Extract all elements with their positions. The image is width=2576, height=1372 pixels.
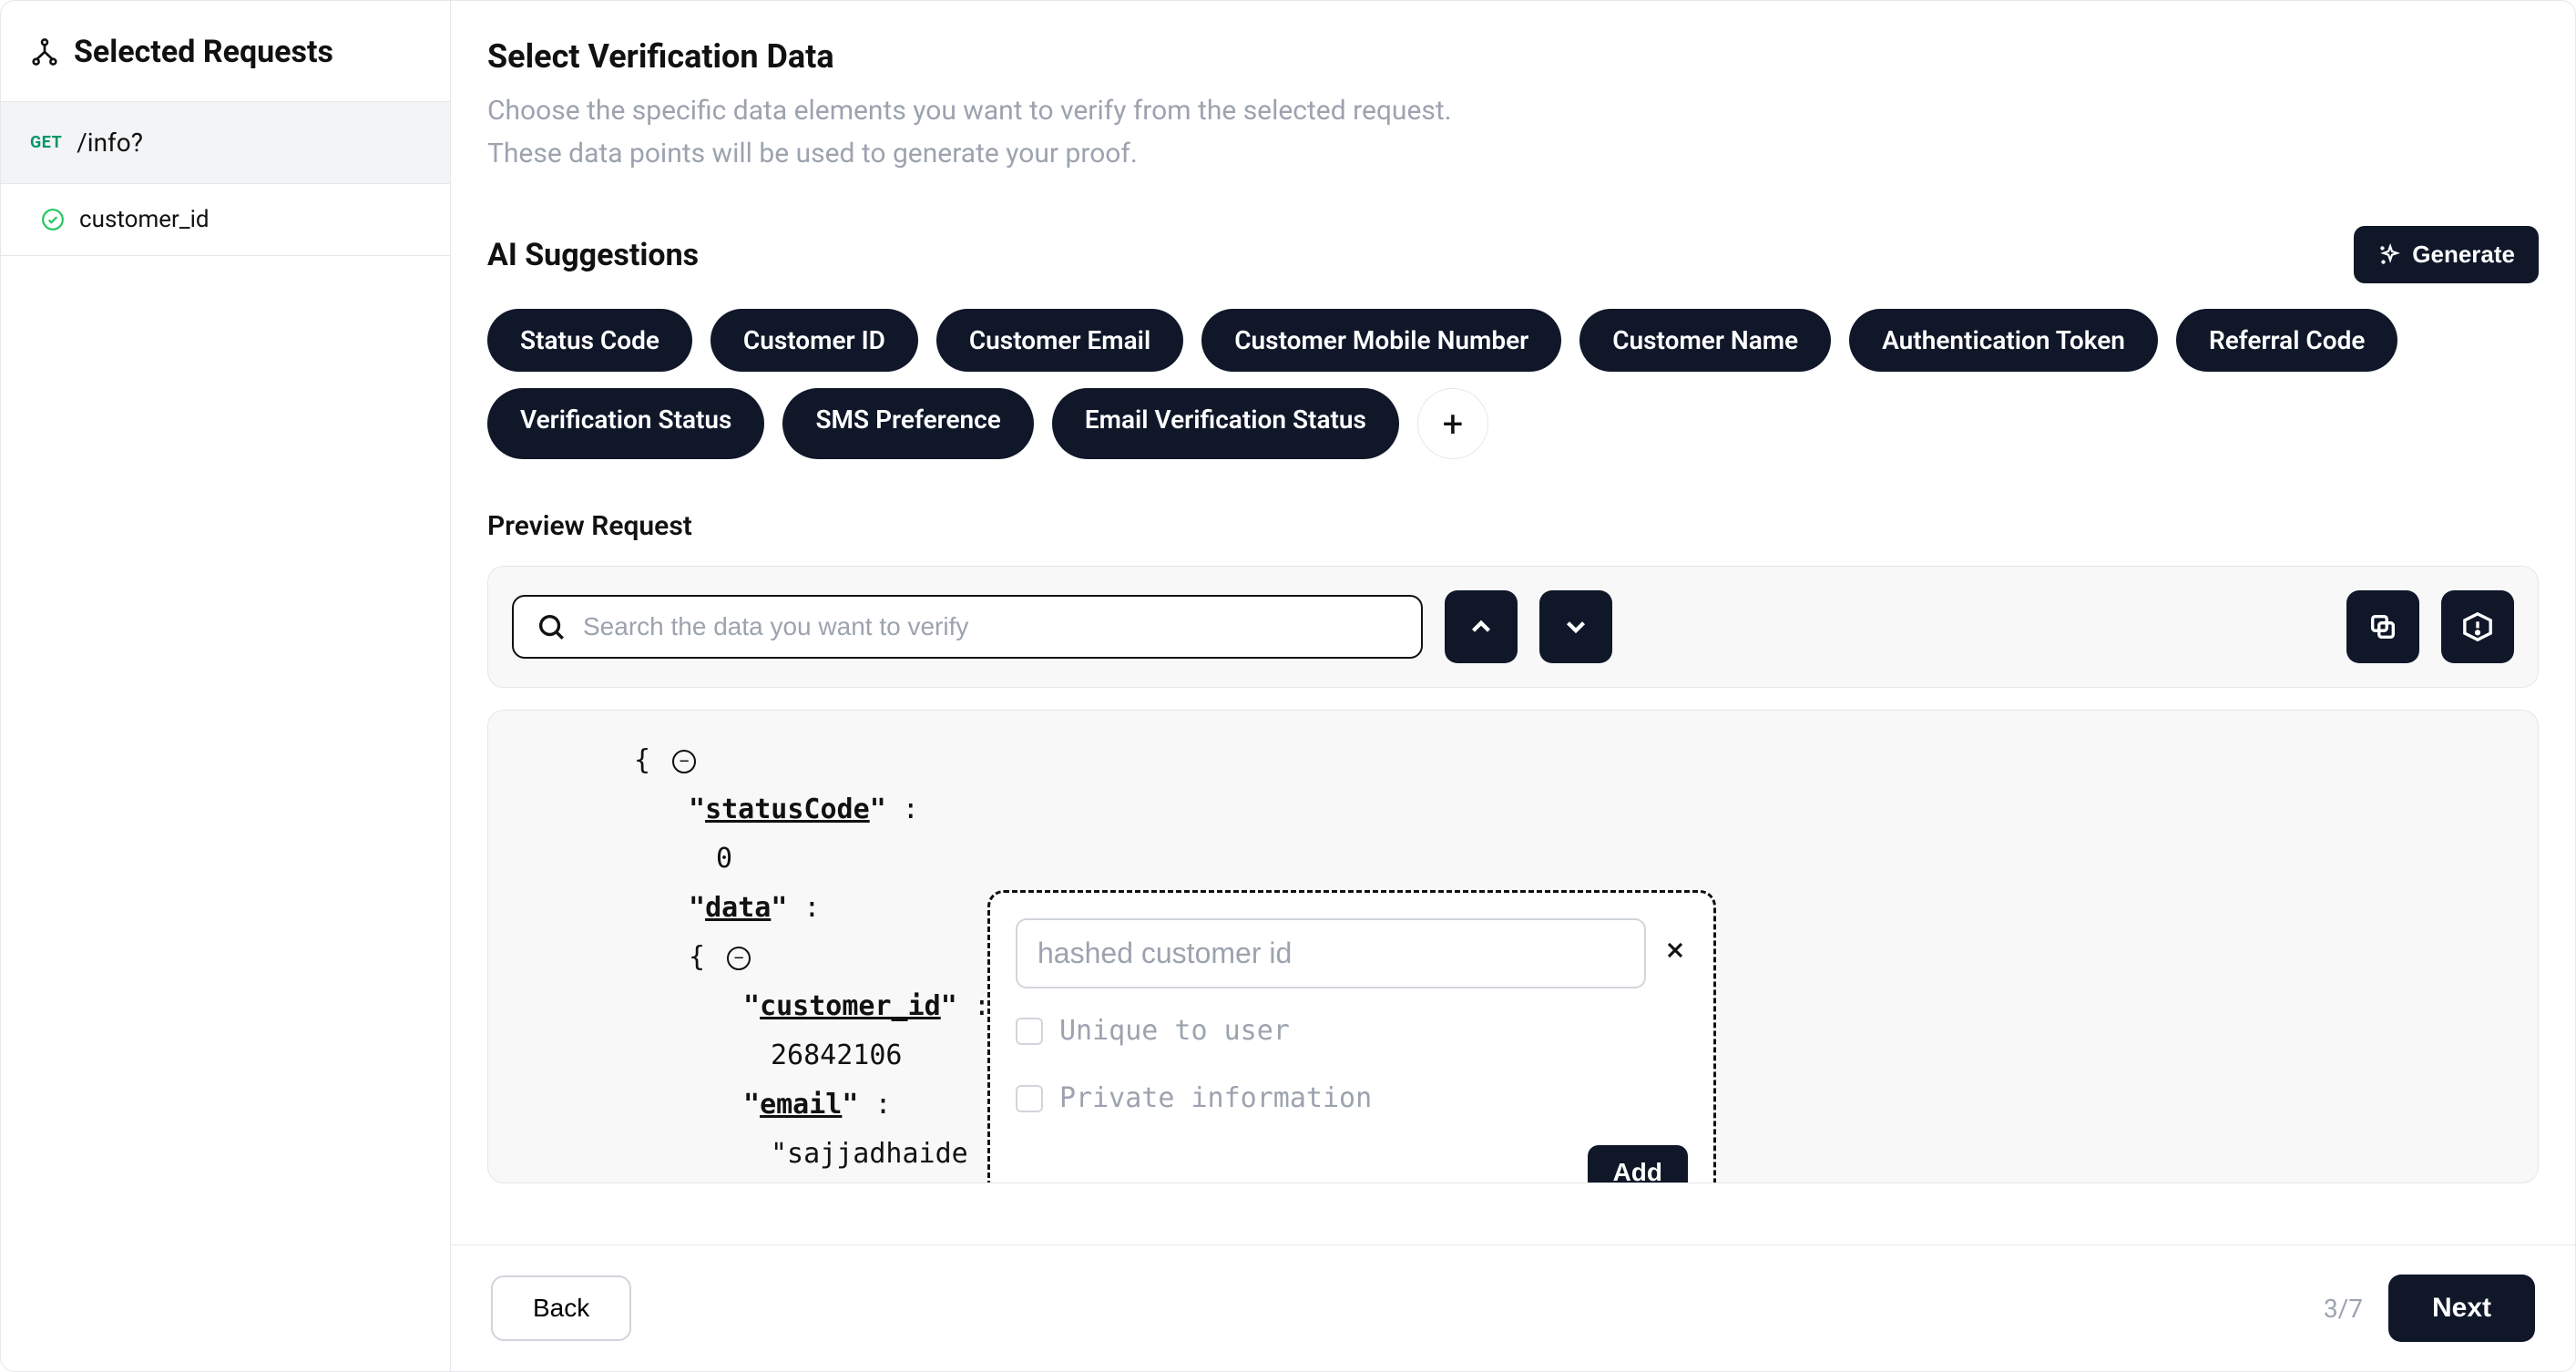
- check-circle-icon: [41, 208, 65, 231]
- json-key: data: [705, 892, 771, 924]
- checkbox[interactable]: [1016, 1018, 1043, 1045]
- generate-label: Generate: [2412, 241, 2515, 269]
- step-indicator: 3/7: [2324, 1294, 2363, 1324]
- json-key: customer_id: [760, 990, 941, 1022]
- footer: Back 3/7 Next: [451, 1244, 2575, 1371]
- chip[interactable]: Authentication Token: [1849, 309, 2158, 372]
- private-checkbox-row[interactable]: Private information: [1016, 1074, 1688, 1123]
- main: Select Verification Data Choose the spec…: [451, 1, 2575, 1371]
- chip[interactable]: Verification Status: [487, 388, 764, 459]
- search-icon: [536, 611, 567, 642]
- http-method-badge: GET: [30, 133, 62, 152]
- app-frame: Selected Requests GET /info? customer_id…: [0, 0, 2576, 1372]
- search-box[interactable]: [512, 595, 1423, 659]
- unique-label: Unique to user: [1059, 1007, 1290, 1056]
- chip[interactable]: Customer Name: [1579, 309, 1831, 372]
- close-button[interactable]: [1662, 936, 1688, 971]
- unique-checkbox-row[interactable]: Unique to user: [1016, 1007, 1688, 1056]
- checkbox[interactable]: [1016, 1085, 1043, 1112]
- chip[interactable]: Customer Mobile Number: [1201, 309, 1561, 372]
- search-input[interactable]: [583, 612, 1399, 641]
- tree-icon: [30, 37, 59, 67]
- json-line[interactable]: "statusCode" :: [525, 785, 2501, 834]
- json-preview: { − "statusCode" : 0 "data" : { − "custo…: [487, 710, 2539, 1183]
- copy-icon: [2367, 611, 2398, 642]
- chip[interactable]: SMS Preference: [782, 388, 1033, 459]
- chip[interactable]: Customer ID: [710, 309, 918, 372]
- collapse-icon[interactable]: −: [672, 750, 696, 773]
- suggestions-title: AI Suggestions: [487, 237, 699, 273]
- generate-button[interactable]: Generate: [2354, 226, 2539, 283]
- selected-field-name: customer_id: [79, 206, 210, 233]
- search-panel: [487, 566, 2539, 688]
- chip[interactable]: Email Verification Status: [1052, 388, 1399, 459]
- next-button[interactable]: Next: [2388, 1275, 2535, 1342]
- copy-button[interactable]: [2346, 590, 2419, 663]
- request-row[interactable]: GET /info?: [1, 102, 450, 184]
- sidebar-title: Selected Requests: [74, 34, 333, 70]
- chip[interactable]: Customer Email: [936, 309, 1183, 372]
- chevron-up-icon: [1466, 611, 1497, 642]
- subtitle-line-2: These data points will be used to genera…: [487, 138, 1138, 169]
- chevron-down-icon: [1560, 611, 1591, 642]
- sparkle-icon: [2377, 243, 2401, 267]
- suggestion-chips: Status Code Customer ID Customer Email C…: [487, 309, 2539, 459]
- field-name-input[interactable]: [1016, 918, 1646, 988]
- content: Select Verification Data Choose the spec…: [451, 1, 2575, 1244]
- add-chip-button[interactable]: +: [1417, 388, 1488, 459]
- close-icon: [1662, 937, 1688, 963]
- page-subtitle: Choose the specific data elements you wa…: [487, 90, 1945, 175]
- json-value: 0: [525, 834, 2501, 884]
- sidebar: Selected Requests GET /info? customer_id: [1, 1, 451, 1371]
- add-button[interactable]: Add: [1588, 1145, 1688, 1183]
- add-field-popover: Unique to user Private information Add: [987, 890, 1716, 1183]
- back-button[interactable]: Back: [491, 1275, 631, 1341]
- request-path: /info?: [77, 128, 143, 158]
- chip[interactable]: Status Code: [487, 309, 692, 372]
- alert-icon: [2462, 611, 2493, 642]
- selected-field-row[interactable]: customer_id: [1, 184, 450, 256]
- json-key: statusCode: [705, 794, 870, 825]
- chip[interactable]: Referral Code: [2176, 309, 2397, 372]
- preview-title: Preview Request: [487, 510, 2539, 542]
- suggestions-header: AI Suggestions Generate: [487, 226, 2539, 283]
- json-key: email: [760, 1089, 842, 1121]
- sidebar-header: Selected Requests: [1, 1, 450, 102]
- json-line: { −: [525, 736, 2501, 785]
- private-label: Private information: [1059, 1074, 1372, 1123]
- subtitle-line-1: Choose the specific data elements you wa…: [487, 95, 1452, 127]
- page-title: Select Verification Data: [487, 37, 2539, 76]
- next-match-button[interactable]: [1539, 590, 1612, 663]
- prev-match-button[interactable]: [1445, 590, 1518, 663]
- collapse-icon[interactable]: −: [727, 947, 751, 970]
- info-button[interactable]: [2441, 590, 2514, 663]
